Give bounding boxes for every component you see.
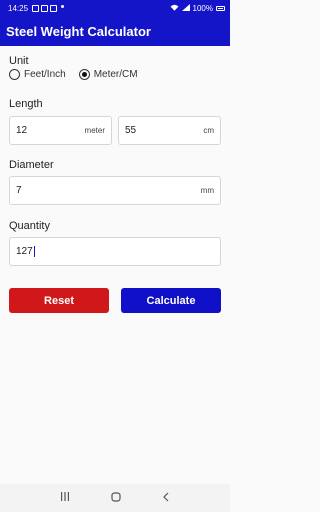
status-time: 14:25: [8, 3, 29, 13]
length-label: Length: [9, 98, 43, 110]
app-notification-icon: [41, 4, 49, 12]
length-cm-input[interactable]: 55 cm: [118, 116, 221, 145]
length-cm-value: 55: [125, 125, 137, 136]
length-meter-unit: meter: [84, 126, 105, 135]
diameter-input[interactable]: 7 mm: [9, 176, 221, 205]
quantity-input[interactable]: 127: [9, 237, 221, 266]
status-right: 100%: [170, 3, 225, 13]
radio-feet-inch[interactable]: Feet/Inch: [9, 69, 66, 80]
diameter-value: 7: [16, 185, 22, 196]
home-icon[interactable]: [111, 491, 121, 505]
calculate-button[interactable]: Calculate: [121, 288, 221, 313]
radio-feet-inch-label: Feet/Inch: [24, 69, 66, 80]
recent-apps-icon[interactable]: [60, 492, 70, 504]
text-cursor: [33, 245, 35, 257]
unit-radio-group: Feet/Inch Meter/CM: [9, 69, 138, 80]
radio-meter-cm-circle[interactable]: [78, 69, 90, 80]
length-meter-input[interactable]: 12 meter: [9, 116, 112, 145]
status-bar: 14:25 100%: [0, 0, 230, 16]
quantity-label: Quantity: [9, 220, 50, 232]
radio-meter-cm-label: Meter/CM: [93, 69, 138, 80]
length-cm-unit: cm: [203, 126, 214, 135]
app-title: Steel Weight Calculator: [6, 23, 151, 39]
length-meter-value: 12: [16, 125, 28, 136]
battery-level: 100%: [192, 3, 213, 13]
radio-meter-cm[interactable]: Meter/CM: [78, 69, 138, 80]
radio-feet-inch-circle[interactable]: [9, 69, 20, 80]
reset-button[interactable]: Reset: [9, 288, 109, 313]
battery-icon: [216, 5, 225, 11]
signal-icon: [181, 3, 190, 13]
notification-icons: [32, 4, 65, 12]
image-notification-icon: [32, 4, 40, 12]
quantity-value: 127: [16, 246, 33, 258]
diameter-unit: mm: [200, 186, 214, 195]
unit-label: Unit: [9, 55, 29, 67]
wifi-icon: [170, 4, 179, 13]
more-notifications-icon: [61, 4, 65, 8]
quantity-field-content: 127: [16, 245, 214, 258]
system-nav-bar: [0, 484, 230, 512]
diameter-label: Diameter: [9, 159, 54, 171]
message-notification-icon: [50, 4, 58, 12]
app-bar: Steel Weight Calculator: [0, 16, 230, 46]
back-icon[interactable]: [162, 492, 170, 505]
